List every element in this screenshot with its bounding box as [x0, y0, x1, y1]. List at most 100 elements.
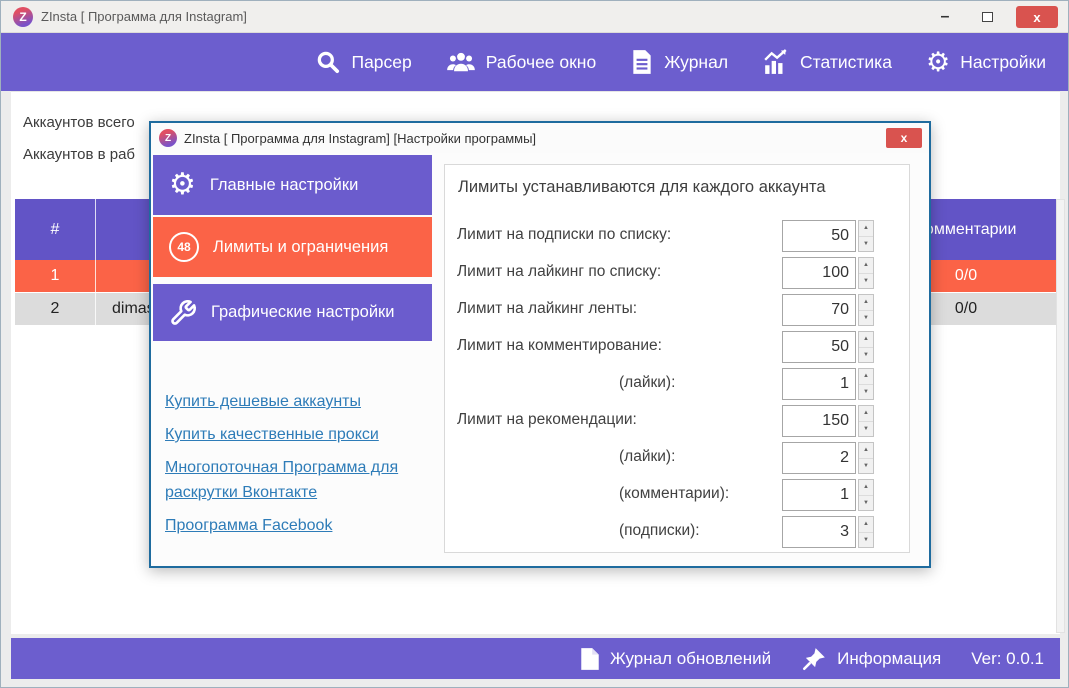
- dialog-sidebar: ⚙ Главные настройки 48 Лимиты и ограниче…: [153, 155, 432, 341]
- limit-row: (лайки): ▲▼: [445, 442, 909, 474]
- spin-up-icon[interactable]: ▲: [859, 517, 873, 533]
- recommendations-limit-stepper: ▲▼: [782, 405, 874, 437]
- limit-row: (лайки): ▲▼: [445, 368, 909, 400]
- info-button[interactable]: Информация: [801, 646, 941, 672]
- nav-item-parser[interactable]: Парсер: [315, 49, 411, 75]
- limit-input[interactable]: [782, 368, 856, 400]
- limit-label: (комментарии):: [619, 485, 729, 503]
- version-text: Ver: 0.0.1: [971, 649, 1044, 669]
- minimize-button[interactable]: –: [932, 6, 958, 28]
- subscriptions-list-limit-stepper: ▲▼: [782, 220, 874, 252]
- link-facebook-program[interactable]: Проограмма Facebook: [165, 513, 417, 538]
- dialog-close-button[interactable]: x: [886, 128, 922, 148]
- limit-input[interactable]: [782, 442, 856, 474]
- app-window: Z ZInsta [ Программа для Instagram] – x …: [0, 0, 1069, 688]
- sidebar-item-main-settings[interactable]: ⚙ Главные настройки: [153, 155, 432, 215]
- spin-down-icon[interactable]: ▼: [859, 459, 873, 474]
- sidebar-item-graphic-settings[interactable]: Графические настройки: [153, 284, 432, 341]
- limit-input[interactable]: [782, 257, 856, 289]
- sidebar-item-label: Главные настройки: [210, 176, 358, 195]
- nav-label: Журнал: [664, 52, 728, 73]
- commenting-limit-stepper: ▲▼: [782, 331, 874, 363]
- limit-input[interactable]: [782, 220, 856, 252]
- settings-dialog: Z ZInsta [ Программа для Instagram] [Нас…: [149, 121, 931, 568]
- limits-panel: Лимиты устанавливаются для каждого аккау…: [444, 164, 910, 553]
- limit-label: (лайки):: [619, 374, 675, 392]
- info-label: Информация: [837, 649, 941, 669]
- spin-up-icon[interactable]: ▲: [859, 258, 873, 274]
- spin-down-icon[interactable]: ▼: [859, 274, 873, 289]
- nav-item-settings[interactable]: ⚙ Настройки: [926, 49, 1046, 76]
- maximize-button[interactable]: [974, 6, 1000, 28]
- link-buy-cheap-accounts[interactable]: Купить дешевые аккаунты: [165, 389, 417, 414]
- spin-down-icon[interactable]: ▼: [859, 533, 873, 548]
- limit-input[interactable]: [782, 405, 856, 437]
- link-vkontakte-program[interactable]: Многопоточная Программа для раскрутки Вк…: [165, 455, 417, 505]
- search-icon: [315, 49, 341, 75]
- spin-down-icon[interactable]: ▼: [859, 385, 873, 400]
- limit-label: Лимит на рекомендации:: [457, 411, 637, 429]
- title-bar: Z ZInsta [ Программа для Instagram] – x: [1, 1, 1068, 33]
- accounts-working-text: Аккаунтов в раб: [23, 146, 135, 163]
- recommendations-subscriptions-stepper: ▲▼: [782, 516, 874, 548]
- update-log-button[interactable]: Журнал обновлений: [580, 647, 771, 671]
- limit-row: (подписки): ▲▼: [445, 516, 909, 548]
- sidebar-item-limits[interactable]: 48 Лимиты и ограничения: [153, 217, 432, 277]
- pin-icon: [801, 646, 827, 672]
- spin-down-icon[interactable]: ▼: [859, 496, 873, 511]
- sidebar-item-label: Графические настройки: [211, 303, 394, 322]
- gear-icon: ⚙: [169, 170, 196, 200]
- limit-input[interactable]: [782, 331, 856, 363]
- limit-label: Лимит на комментирование:: [457, 337, 662, 355]
- app-logo-icon: Z: [159, 129, 177, 147]
- spin-down-icon[interactable]: ▼: [859, 237, 873, 252]
- limit-row: Лимит на лайкинг ленты: ▲▼: [445, 294, 909, 326]
- nav-label: Рабочее окно: [486, 52, 596, 73]
- gear-icon: ⚙: [926, 49, 950, 76]
- feed-liking-limit-stepper: ▲▼: [782, 294, 874, 326]
- dialog-title-bar: Z ZInsta [ Программа для Instagram] [Нас…: [151, 123, 929, 153]
- app-logo-icon: Z: [13, 7, 33, 27]
- spin-up-icon[interactable]: ▲: [859, 332, 873, 348]
- limit-row: Лимит на комментирование: ▲▼: [445, 331, 909, 363]
- limit-row: Лимит на рекомендации: ▲▼: [445, 405, 909, 437]
- spin-up-icon[interactable]: ▲: [859, 443, 873, 459]
- limit-label: (подписки):: [619, 522, 700, 540]
- limit-input[interactable]: [782, 294, 856, 326]
- sidebar-item-label: Лимиты и ограничения: [213, 238, 388, 257]
- spin-up-icon[interactable]: ▲: [859, 369, 873, 385]
- spin-up-icon[interactable]: ▲: [859, 480, 873, 496]
- spin-down-icon[interactable]: ▼: [859, 422, 873, 437]
- badge-48-icon: 48: [169, 232, 199, 262]
- limit-label: Лимит на лайкинг ленты:: [457, 300, 637, 318]
- table-scrollbar[interactable]: [1056, 199, 1065, 633]
- limit-input[interactable]: [782, 479, 856, 511]
- liking-list-limit-stepper: ▲▼: [782, 257, 874, 289]
- close-button[interactable]: x: [1016, 6, 1058, 28]
- spin-down-icon[interactable]: ▼: [859, 311, 873, 326]
- update-log-label: Журнал обновлений: [610, 649, 771, 669]
- link-buy-quality-proxies[interactable]: Купить качественные прокси: [165, 422, 417, 447]
- limit-label: Лимит на подписки по списку:: [457, 226, 671, 244]
- bottom-bar: Журнал обновлений Информация Ver: 0.0.1: [11, 638, 1060, 679]
- limit-label: Лимит на лайкинг по списку:: [457, 263, 661, 281]
- document-icon: [630, 49, 654, 75]
- top-navbar: Парсер Рабочее окно Журнал: [1, 33, 1068, 91]
- recommendations-likes-stepper: ▲▼: [782, 442, 874, 474]
- nav-label: Статистика: [800, 52, 892, 73]
- nav-item-statistics[interactable]: Статистика: [762, 49, 892, 75]
- wrench-icon: [169, 299, 197, 327]
- stats-icon: [762, 49, 790, 75]
- spin-down-icon[interactable]: ▼: [859, 348, 873, 363]
- nav-item-workspace[interactable]: Рабочее окно: [446, 49, 596, 75]
- spin-up-icon[interactable]: ▲: [859, 221, 873, 237]
- window-title: ZInsta [ Программа для Instagram]: [41, 9, 247, 24]
- users-icon: [446, 49, 476, 75]
- limits-heading: Лимиты устанавливаются для каждого аккау…: [458, 178, 826, 197]
- spin-up-icon[interactable]: ▲: [859, 406, 873, 422]
- spin-up-icon[interactable]: ▲: [859, 295, 873, 311]
- limit-input[interactable]: [782, 516, 856, 548]
- accounts-total-text: Аккаунтов всего: [23, 114, 135, 131]
- nav-item-journal[interactable]: Журнал: [630, 49, 728, 75]
- document-icon: [580, 647, 600, 671]
